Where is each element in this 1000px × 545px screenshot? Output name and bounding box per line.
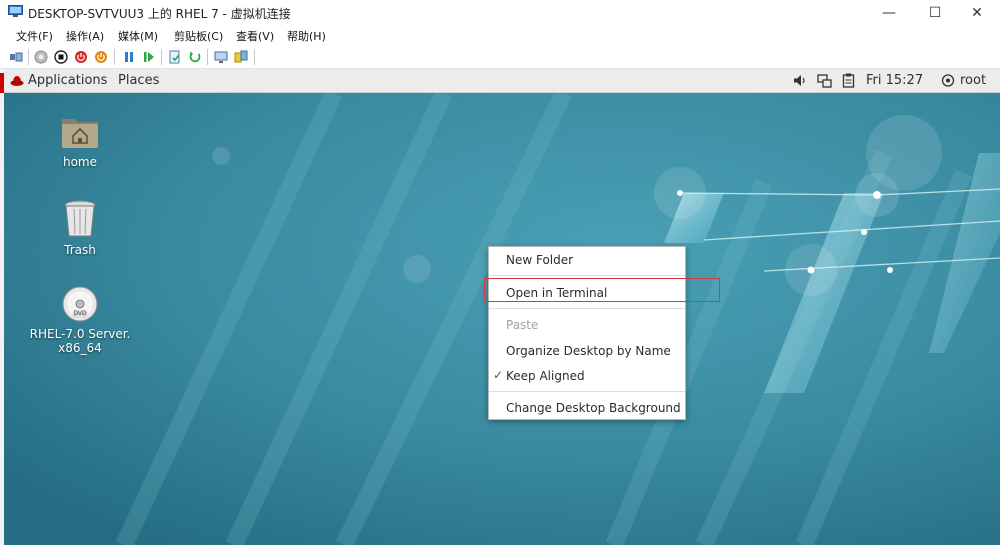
menubar: 文件(F) 操作(A) 媒体(M) 剪贴板(C) 查看(V) 帮助(H) [0,25,1000,45]
menu-separator [489,308,685,309]
menu-item-change-background[interactable]: Change Desktop Background [506,401,681,415]
network-icon[interactable] [817,74,832,88]
ctrl-alt-del-icon[interactable] [8,49,24,65]
minimize-button[interactable]: — [866,0,912,25]
desktop-icon-label: RHEL-7.0 Server. [29,327,131,341]
home-folder-icon [62,119,98,148]
menu-view[interactable]: 查看(V) [236,28,274,44]
shut-down-icon[interactable] [73,49,89,65]
toolbar [0,45,1000,69]
menu-item-organize-by-name[interactable]: Organize Desktop by Name [506,344,671,358]
clipboard-icon[interactable] [842,73,855,88]
user-menu-icon[interactable] [941,74,955,87]
revert-icon[interactable] [187,49,203,65]
redhat-logo-icon [10,76,24,86]
desktop-context-menu: New Folder Open in Terminal Paste Organi… [488,246,686,420]
save-icon[interactable] [93,49,109,65]
desktop-icon-dvd[interactable]: DVD RHEL-7.0 Server. x86_64 [25,285,135,355]
menu-file[interactable]: 文件(F) [16,28,53,44]
turn-off-icon[interactable] [53,49,69,65]
menu-item-paste: Paste [506,318,539,332]
highlight-box [484,278,720,302]
reset-icon[interactable] [141,49,157,65]
menu-action[interactable]: 操作(A) [66,28,104,44]
window-title: DESKTOP-SVTVUU3 上的 RHEL 7 - 虚拟机连接 [28,7,291,21]
desktop-icon-label: home [62,155,98,169]
desktop-icon-home[interactable]: home [25,113,135,169]
applications-menu[interactable]: Applications [28,73,107,88]
user-menu[interactable]: root [960,73,986,88]
desktop-icon-label: Trash [64,243,96,257]
clock[interactable]: Fri 15:27 [866,73,923,88]
menu-separator [489,275,685,276]
toolbar-separator [114,49,115,65]
menu-help[interactable]: 帮助(H) [287,28,326,44]
trash-icon [64,200,96,237]
share-icon[interactable] [233,49,249,65]
desktop-icon-trash[interactable]: Trash [25,199,135,257]
menu-item-keep-aligned[interactable]: Keep Aligned [506,369,585,383]
volume-icon[interactable] [793,74,807,87]
enhanced-session-icon[interactable] [213,49,229,65]
check-icon: ✓ [493,368,504,382]
menu-media[interactable]: 媒体(M) [118,28,158,44]
dvd-icon: DVD [62,286,98,322]
menu-item-new-folder[interactable]: New Folder [506,253,573,267]
toolbar-separator [161,49,162,65]
start-icon[interactable] [33,49,49,65]
vm-connection-icon [8,5,23,17]
gnome-top-panel: Applications Places Fri 15:27 root [4,69,1000,93]
window-titlebar: DESKTOP-SVTVUU3 上的 RHEL 7 - 虚拟机连接 — ☐ ✕ [0,0,1000,25]
menu-clipboard[interactable]: 剪贴板(C) [174,28,223,44]
dvd-badge: DVD [73,310,87,317]
toolbar-separator [207,49,208,65]
pause-icon[interactable] [121,49,137,65]
toolbar-separator [28,49,29,65]
close-button[interactable]: ✕ [954,0,1000,25]
checkpoint-icon[interactable] [167,49,183,65]
desktop-icon-label: x86_64 [58,341,102,355]
maximize-button[interactable]: ☐ [912,0,958,25]
places-menu[interactable]: Places [118,73,159,88]
menu-separator [489,391,685,392]
toolbar-separator [254,49,255,65]
